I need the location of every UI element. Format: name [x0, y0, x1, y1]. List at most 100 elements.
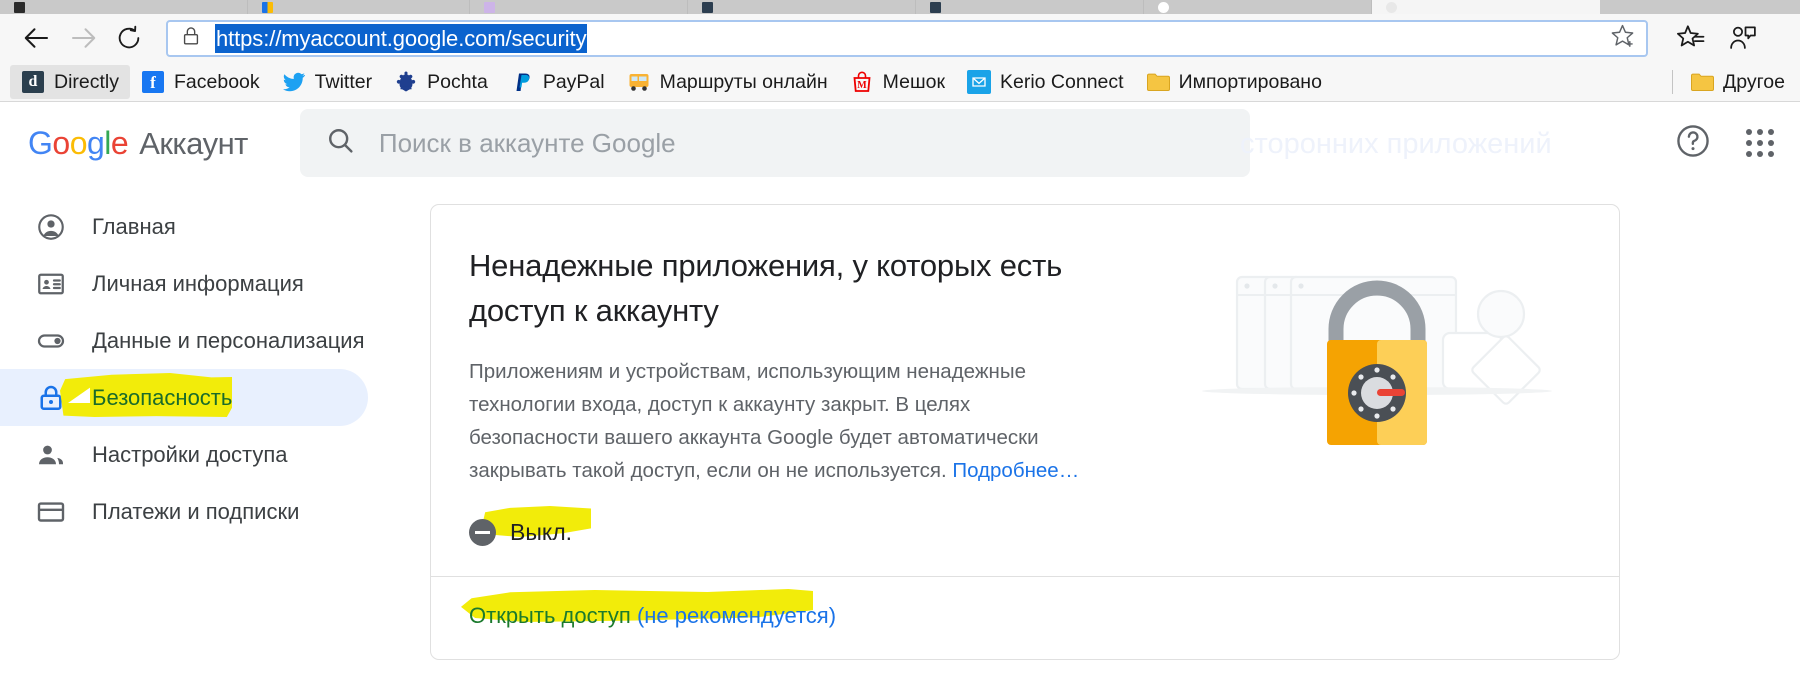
sidebar-item-label: Платежи и подписки: [92, 498, 300, 524]
ghost-overlay-text: сторонних приложений: [1240, 128, 1552, 160]
browser-window: https://myaccount.google.com/security d …: [0, 0, 1800, 673]
browser-tab[interactable]: [470, 0, 688, 14]
card-title: Ненадежные приложения, у которых есть до…: [469, 248, 1063, 328]
bookmarks-overflow: Другое: [1672, 62, 1800, 102]
sidebar-item-payments[interactable]: Платежи и подписки: [0, 483, 368, 540]
search-box[interactable]: Поиск в аккаунте Google: [299, 109, 1250, 177]
bookmark-paypal[interactable]: PayPal: [499, 65, 616, 99]
person-circle-icon: [36, 212, 66, 242]
browser-tab[interactable]: [0, 0, 248, 14]
address-bar[interactable]: https://myaccount.google.com/security: [166, 19, 1648, 57]
folder-icon: [1146, 70, 1170, 94]
star-add-icon[interactable]: [1609, 22, 1636, 54]
help-circle-icon[interactable]: [1674, 122, 1712, 165]
kerio-favicon: [966, 69, 991, 94]
tab-favicon: [930, 1, 941, 13]
bookmark-other-folder[interactable]: Другое: [1679, 65, 1796, 99]
routes-favicon: [627, 70, 651, 94]
sidebar-item-data-personalization[interactable]: Данные и персонализация: [0, 312, 368, 369]
bookmark-label: Маршруты онлайн: [659, 70, 828, 93]
collections-icon[interactable]: [1728, 23, 1758, 53]
sidebar-item-personal-info[interactable]: Личная информация: [0, 255, 368, 312]
divider: [1672, 70, 1674, 94]
tab-favicon: [1158, 1, 1169, 13]
bookmark-meshok[interactable]: M Мешок: [839, 65, 956, 99]
bookmark-routes[interactable]: Маршруты онлайн: [616, 65, 839, 99]
tab-favicon: [14, 1, 25, 13]
bookmark-pochta[interactable]: Pochta: [383, 65, 499, 99]
apps-grid-icon[interactable]: [1746, 129, 1774, 157]
sidebar-item-label: Настройки доступа: [92, 441, 288, 467]
google-account-header: Google Аккаунт Поиск в аккаунте Google с…: [0, 102, 1800, 184]
browser-tab[interactable]: [1600, 0, 1800, 14]
tab-strip: [0, 0, 1800, 14]
sidebar-nav: Главная Личная информация Данные и персо…: [0, 184, 430, 648]
learn-more-link[interactable]: Подробнее…: [952, 459, 1079, 482]
reload-icon: [118, 25, 140, 49]
status-row[interactable]: Выкл.: [469, 506, 591, 546]
bookmark-facebook[interactable]: f Facebook: [130, 65, 271, 99]
card-body: Ненадежные приложения, у которых есть до…: [431, 205, 1619, 576]
favorites-list-icon[interactable]: [1676, 23, 1706, 53]
forward-button[interactable]: [60, 18, 106, 58]
paypal-favicon: [510, 70, 534, 94]
bookmark-twitter[interactable]: Twitter: [271, 65, 383, 99]
unlocked-padlock-illustration: [1181, 243, 1573, 479]
enable-access-link-green: Открыть доступ: [469, 603, 631, 628]
pochta-favicon: [394, 70, 418, 94]
page-body: Главная Личная информация Данные и персо…: [0, 184, 1800, 660]
tab-favicon: [702, 1, 713, 13]
reload-button[interactable]: [106, 18, 152, 58]
product-name: Аккаунт: [139, 125, 248, 161]
enable-access-link[interactable]: Открыть доступ (не рекомендуется): [469, 603, 836, 629]
browser-tab[interactable]: [1144, 0, 1372, 14]
bookmark-directly[interactable]: d Directly: [10, 64, 131, 99]
browser-tab[interactable]: [248, 0, 470, 14]
folder-icon: [1690, 70, 1715, 94]
search-placeholder: Поиск в аккаунте Google: [378, 127, 676, 158]
bookmark-imported-folder[interactable]: Импортировано: [1135, 65, 1333, 99]
bookmark-label: Twitter: [314, 70, 373, 93]
browser-tab-active[interactable]: [1372, 0, 1600, 14]
card-footer: Открыть доступ (не рекомендуется): [431, 576, 1619, 659]
sidebar-item-label: Главная: [92, 213, 176, 239]
arrow-left-icon: [24, 28, 48, 48]
tab-favicon: [262, 1, 273, 13]
bookmark-label: Другое: [1723, 71, 1785, 93]
toggle-switch-icon: [36, 326, 66, 356]
sidebar-item-label: Данные и персонализация: [92, 327, 365, 353]
minus-circle-icon: [469, 519, 496, 546]
tab-favicon: [484, 1, 495, 13]
browser-tab[interactable]: [916, 0, 1144, 14]
bookmark-label: Facebook: [174, 70, 260, 93]
bookmark-label: Pochta: [427, 70, 488, 93]
bookmark-label: PayPal: [542, 70, 605, 93]
url-text[interactable]: https://myaccount.google.com/security: [215, 23, 588, 53]
bookmark-label: Directly: [54, 70, 120, 93]
browser-tab[interactable]: [688, 0, 916, 14]
sidebar-item-people-sharing[interactable]: Настройки доступа: [0, 426, 368, 483]
id-card-icon: [36, 269, 66, 299]
browser-toolbar: https://myaccount.google.com/security: [0, 14, 1800, 62]
sidebar-item-home[interactable]: Главная: [0, 198, 368, 255]
facebook-favicon: f: [141, 70, 165, 94]
credit-card-icon: [36, 497, 66, 527]
enable-access-link-blue: (не рекомендуется): [630, 603, 837, 628]
google-account-logo[interactable]: Google Аккаунт: [28, 125, 248, 162]
status-label: Выкл.: [510, 519, 573, 545]
logo-letter: l: [104, 124, 111, 161]
sidebar-item-security[interactable]: Безопасность: [0, 369, 368, 426]
back-button[interactable]: [14, 18, 60, 58]
logo-letter: e: [110, 124, 129, 161]
people-icon: [36, 440, 66, 470]
sidebar-item-label: Личная информация: [92, 270, 304, 296]
less-secure-apps-card: Ненадежные приложения, у которых есть до…: [430, 204, 1620, 660]
logo-letter: o: [52, 124, 70, 161]
card-description: Приложениям и устройствам, использующим …: [469, 355, 1087, 487]
search-icon: [326, 126, 355, 160]
lock-icon: [180, 25, 202, 52]
bookmark-kerio[interactable]: Kerio Connect: [956, 65, 1135, 99]
toolbar-actions: [1658, 23, 1786, 53]
svg-text:M: M: [857, 80, 867, 91]
directly-favicon: d: [21, 70, 45, 94]
